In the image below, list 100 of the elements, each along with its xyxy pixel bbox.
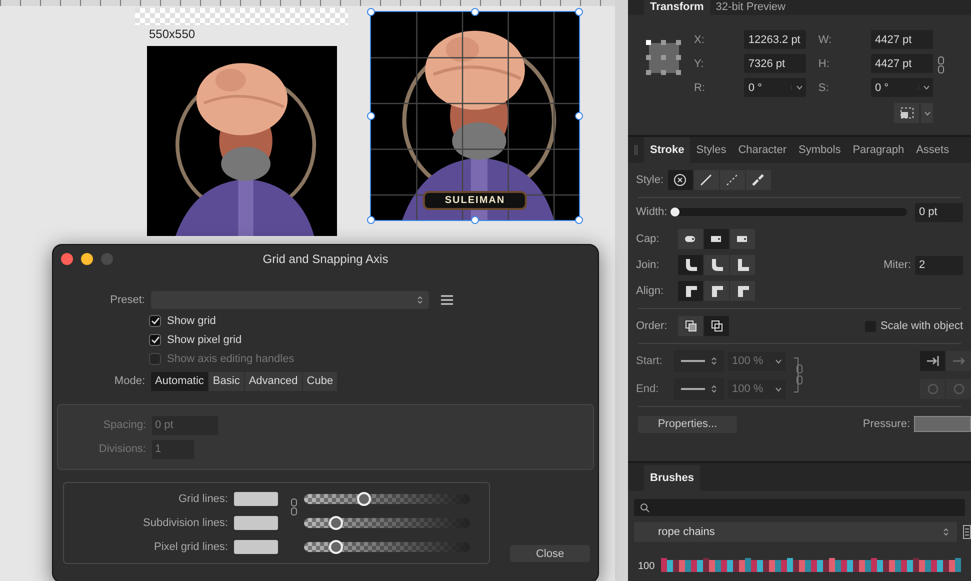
number-field[interactable]: 0 °: [871, 78, 933, 97]
cap-option[interactable]: [704, 229, 729, 249]
field-label: Miter:: [884, 259, 911, 271]
chevron-down-icon: [922, 85, 930, 90]
mode-tab[interactable]: Advanced: [244, 372, 302, 390]
checkmark-icon: [150, 336, 160, 344]
checkbox[interactable]: [149, 334, 161, 346]
opacity-slider[interactable]: [304, 518, 470, 528]
anchor-grid-icon: [646, 40, 682, 76]
order-option[interactable]: [704, 316, 729, 336]
grip-icon: [634, 145, 638, 155]
transform-origin-button[interactable]: [894, 103, 919, 123]
slider-thumb[interactable]: [356, 492, 371, 506]
panel-tab[interactable]: Symbols: [792, 137, 847, 163]
style-option[interactable]: [668, 170, 693, 190]
chevron-down-icon: [796, 85, 803, 90]
mode-tab[interactable]: Automatic: [151, 372, 208, 390]
selection-handle[interactable]: [367, 216, 375, 224]
number-field[interactable]: 12263.2 pt: [744, 30, 806, 49]
color-swatch[interactable]: [234, 516, 278, 530]
field-label: Pressure:: [862, 418, 910, 430]
selection-handle[interactable]: [367, 112, 375, 120]
number-field[interactable]: 4427 pt: [871, 30, 933, 49]
selection-handle[interactable]: [471, 8, 479, 16]
style-option[interactable]: [746, 170, 771, 190]
opacity-slider[interactable]: [304, 542, 470, 552]
mode-tab[interactable]: Basic: [208, 372, 244, 390]
arrowhead-button[interactable]: [920, 351, 945, 371]
field-label: S:: [818, 82, 830, 94]
field-label: Order:: [636, 320, 668, 332]
style-option[interactable]: [694, 170, 719, 190]
field-label: R:: [694, 82, 706, 94]
align-option[interactable]: [678, 281, 703, 301]
link-icon: [937, 55, 945, 75]
field-label: Divisions:: [98, 443, 146, 455]
field-label: Preset:: [109, 294, 145, 306]
panel-tab[interactable]: 32-bit Preview: [710, 0, 792, 15]
field-label: End:: [636, 383, 660, 395]
brush-category-select[interactable]: rope chains: [634, 522, 957, 542]
chevron-down-icon: [924, 110, 930, 116]
dropdown-button[interactable]: [921, 103, 933, 123]
selection-handle[interactable]: [471, 216, 479, 224]
join-option[interactable]: [678, 255, 703, 275]
chevron-down-icon: [775, 386, 782, 392]
number-field[interactable]: 4427 pt: [871, 54, 933, 73]
stepper-icon: [417, 295, 423, 305]
resize-icon: [900, 107, 914, 119]
field-label: Start:: [636, 355, 664, 367]
panel-tab[interactable]: Character: [732, 137, 793, 163]
checkmark-icon: [150, 316, 160, 324]
cap-option[interactable]: [730, 229, 755, 249]
search-field[interactable]: [634, 499, 965, 516]
selection-handle[interactable]: [575, 8, 583, 16]
line-icon: [681, 388, 705, 390]
width-slider[interactable]: [671, 208, 907, 216]
close-button[interactable]: Close: [510, 545, 590, 562]
checkbox-label: Show pixel grid: [167, 334, 242, 346]
arrowhead-select[interactable]: [674, 378, 724, 400]
join-option[interactable]: [730, 255, 755, 275]
slider-thumb[interactable]: [328, 540, 343, 554]
none-icon: [673, 173, 688, 187]
slider-thumb[interactable]: [328, 516, 343, 530]
order-option[interactable]: [678, 316, 703, 336]
cap-option[interactable]: [678, 229, 703, 249]
panel-tab[interactable]: Transform: [644, 0, 710, 15]
close-window-button[interactable]: [61, 253, 73, 265]
selection-handle[interactable]: [575, 112, 583, 120]
field-label: X:: [694, 34, 706, 46]
list-view-icon: [963, 525, 971, 539]
artboard-label: 550x550: [149, 27, 196, 41]
field-label: Pixel grid lines:: [153, 541, 228, 553]
chevron-down-icon: [775, 358, 782, 364]
arrow-to-line-icon: [926, 355, 940, 367]
selection-handle[interactable]: [367, 8, 375, 16]
checkbox[interactable]: [149, 314, 161, 326]
minimize-button[interactable]: [81, 253, 93, 265]
properties-button[interactable]: Properties...: [638, 416, 737, 432]
mode-tab[interactable]: Cube: [302, 372, 338, 390]
number-field[interactable]: 0 °: [744, 78, 806, 97]
color-swatch[interactable]: [234, 492, 278, 506]
field-label: Join:: [636, 259, 660, 271]
panel-tab[interactable]: Assets: [910, 137, 956, 163]
panel-tab[interactable]: Stroke: [644, 137, 690, 163]
number-field[interactable]: 0 pt: [915, 202, 963, 222]
align-option[interactable]: [704, 281, 729, 301]
checkbox-label: Scale with object: [880, 320, 963, 332]
number-field[interactable]: 7326 pt: [744, 54, 806, 73]
panel-tab[interactable]: Brushes: [644, 465, 700, 491]
field-label: Style:: [636, 174, 664, 186]
opacity-slider[interactable]: [304, 494, 470, 504]
slider-thumb[interactable]: [670, 208, 680, 216]
brush-stroke-preview[interactable]: [660, 558, 961, 572]
align-option[interactable]: [730, 281, 755, 301]
selection-handle[interactable]: [575, 216, 583, 224]
number-field[interactable]: 2: [915, 256, 963, 274]
arrowhead-select[interactable]: [674, 350, 724, 372]
color-swatch[interactable]: [234, 540, 278, 554]
panel-tab[interactable]: Styles: [690, 137, 732, 163]
join-option[interactable]: [704, 255, 729, 275]
panel-tab[interactable]: Paragraph: [846, 137, 910, 163]
